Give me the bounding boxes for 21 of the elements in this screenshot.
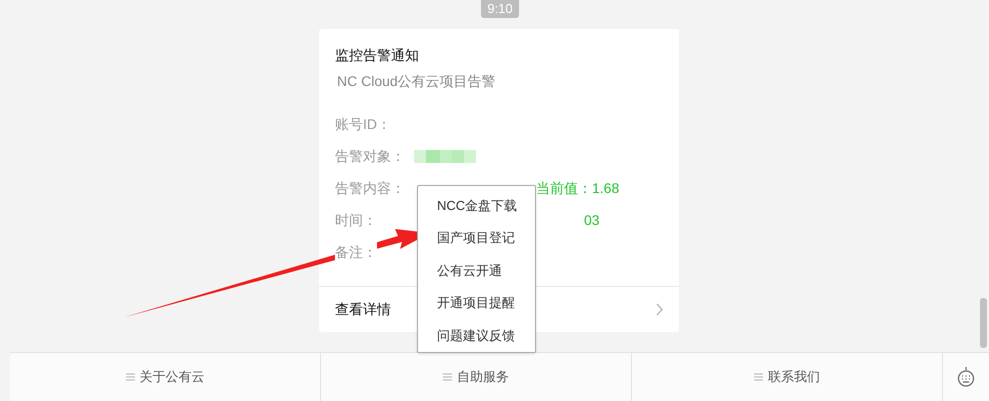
- chevron-right-icon: [656, 303, 663, 316]
- menu-icon: [443, 373, 452, 381]
- view-details-link[interactable]: 查看详情: [335, 299, 391, 320]
- bottom-menu-item[interactable]: 联系我们: [632, 353, 943, 401]
- redacted-value-drawing: [414, 150, 476, 162]
- timestamp-badge: 9:10: [481, 0, 519, 18]
- field-label: 备注：: [335, 242, 377, 262]
- menu-icon: [754, 373, 763, 381]
- scrollbar-thumb[interactable]: [980, 298, 987, 348]
- field-value: 03: [584, 210, 600, 230]
- popup-menu-item[interactable]: 问题建议反馈: [418, 319, 535, 352]
- popup-menu-item[interactable]: 开通项目提醒: [418, 286, 535, 320]
- menu-icon: [126, 373, 134, 381]
- field-value: 当前值：1.68: [536, 178, 620, 198]
- card-subtitle: NC Cloud公有云项目告警: [337, 72, 497, 91]
- popup-menu-item[interactable]: 国产项目登记: [418, 222, 535, 254]
- bottom-menu-item[interactable]: 关于公有云: [10, 353, 321, 401]
- popup-menu-item[interactable]: NCC金盘下载: [418, 189, 535, 222]
- popup-menu-item[interactable]: 公有云开通: [418, 254, 535, 287]
- keyboard-icon[interactable]: [957, 367, 975, 387]
- card-title: 监控告警通知: [335, 46, 420, 65]
